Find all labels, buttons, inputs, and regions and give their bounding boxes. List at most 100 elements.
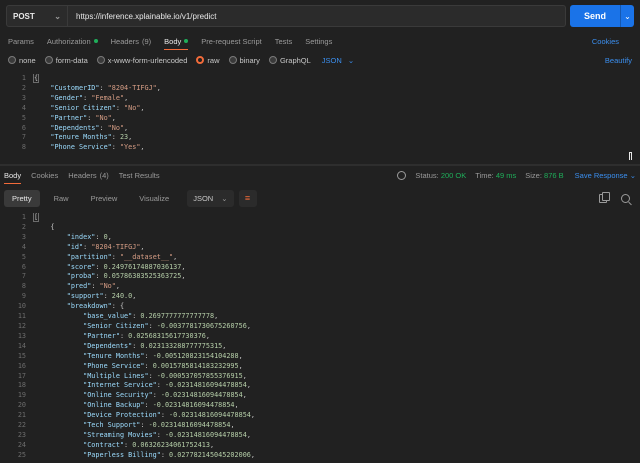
body-type-form-data[interactable]: form-data <box>44 56 88 65</box>
line-number: 3 <box>21 232 26 241</box>
tab-settings[interactable]: Settings <box>305 32 332 50</box>
send-button[interactable]: Send <box>570 5 620 27</box>
code-line: "Dependents": 0.023133288777775315, <box>83 341 227 350</box>
line-number: 19 <box>17 391 26 400</box>
code-line: "Gender": "Female", <box>50 93 129 102</box>
body-type-raw[interactable]: raw <box>196 56 220 65</box>
tab-pre-request-script[interactable]: Pre-request Script <box>201 32 261 50</box>
status-dot-icon <box>93 39 98 43</box>
body-type-binary[interactable]: binary <box>228 56 260 65</box>
request-body-editor[interactable]: 12345678 { "CustomerID": "8204-TIFGJ", "… <box>0 74 640 162</box>
response-body-code: [ { "index": 0, "id": "8204-TIFGJ", "par… <box>32 213 255 461</box>
response-format-select[interactable]: JSON ⌄ <box>187 189 234 207</box>
beautify-button[interactable]: Beautify <box>605 56 632 65</box>
line-number: 1 <box>21 213 26 221</box>
line-number: 8 <box>21 282 26 291</box>
tab-response-body[interactable]: Body <box>4 167 22 184</box>
view-raw[interactable]: Raw <box>46 190 77 207</box>
status[interactable]: Status: 200 OK <box>415 171 466 180</box>
chevron-down-icon: ⌄ <box>221 193 228 203</box>
tab-tests[interactable]: Tests <box>275 32 293 50</box>
tab-body[interactable]: Body <box>164 32 189 50</box>
line-number: 1 <box>21 74 26 82</box>
line-number: 16 <box>17 361 26 370</box>
body-type-selector: none form-data x-www-form-urlencoded raw… <box>0 52 640 68</box>
body-type-none[interactable]: none <box>8 56 36 65</box>
tab-response-cookies[interactable]: Cookies <box>31 167 58 184</box>
code-line: "Online Security": -0.02314816094478854, <box>83 391 247 400</box>
line-number: 6 <box>21 123 26 132</box>
code-line: "Online Backup": -0.02314816094478854, <box>83 401 239 410</box>
code-line: "base_value": 0.2697777777777778, <box>83 312 219 321</box>
request-url-bar: POST ⌄ https://inference.xplainable.io/v… <box>0 0 640 32</box>
time[interactable]: Time: 49 ms <box>475 171 516 180</box>
raw-format-select[interactable]: JSON ⌄ <box>322 56 354 65</box>
response-meta: Status: 200 OK Time: 49 ms Size: 876 B S… <box>397 171 636 180</box>
send-options-chevron-icon[interactable]: ⌄ <box>620 5 634 27</box>
line-number: 6 <box>21 262 26 271</box>
line-number: 4 <box>21 103 26 112</box>
code-line: "Partner": "No", <box>50 113 116 122</box>
line-number: 23 <box>17 430 26 439</box>
size[interactable]: Size: 876 B <box>525 171 563 180</box>
code-line: "Phone Service": "Yes", <box>50 143 145 152</box>
code-line: "Senior Citizen": "No", <box>50 103 145 112</box>
body-type-graphql[interactable]: GraphQL <box>268 56 311 65</box>
radio-icon <box>96 56 105 64</box>
code-line: "Device Protection": -0.0231481609447885… <box>83 411 255 420</box>
line-number: 17 <box>17 371 26 380</box>
line-number: 21 <box>17 411 26 420</box>
code-line: "Tenure Months": -0.005120823154104288, <box>83 351 243 360</box>
request-tabs: Params Authorization Headers (9) Body Pre… <box>0 32 640 50</box>
search-icon[interactable] <box>621 193 630 203</box>
tab-headers[interactable]: Headers (9) <box>111 32 152 50</box>
globe-icon[interactable] <box>397 171 407 180</box>
body-type-urlencoded[interactable]: x-www-form-urlencoded <box>96 56 187 65</box>
tab-params[interactable]: Params <box>8 32 34 50</box>
code-line: "Dependents": "No", <box>50 123 129 132</box>
line-number: 3 <box>21 93 26 102</box>
method-select[interactable]: POST ⌄ <box>6 5 68 27</box>
view-pretty[interactable]: Pretty <box>4 189 40 207</box>
request-body-code: { "CustomerID": "8204-TIFGJ", "Gender": … <box>32 74 161 153</box>
tab-response-headers[interactable]: Headers (4) <box>68 167 109 184</box>
response-tabs: Body Cookies Headers (4) Test Results Sta… <box>0 167 640 184</box>
line-number: 12 <box>17 321 26 330</box>
line-number: 22 <box>17 421 26 430</box>
url-input[interactable]: https://inference.xplainable.io/v1/predi… <box>68 5 566 27</box>
line-numbers: 12345678 <box>0 74 26 153</box>
code-line: "Senior Citizen": -0.0037781730675260756… <box>83 321 251 330</box>
tab-test-results[interactable]: Test Results <box>119 167 160 184</box>
code-line: "Tech Support": -0.02314816094478854, <box>83 421 235 430</box>
view-visualize[interactable]: Visualize <box>131 190 177 207</box>
line-number: 13 <box>17 331 26 340</box>
method-label: POST <box>13 11 35 21</box>
code-line: "Contract": 0.06326234061752413, <box>83 440 215 449</box>
code-line: "id": "8204-TIFGJ", <box>66 242 145 251</box>
code-line: "index": 0, <box>66 232 112 241</box>
code-line: "Partner": 0.02568315617730376, <box>83 331 210 340</box>
line-number: 18 <box>17 381 26 390</box>
response-toolbar: Pretty Raw Preview Visualize JSON ⌄ ≡ <box>0 187 640 209</box>
tab-authorization[interactable]: Authorization <box>47 32 98 50</box>
wrap-lines-icon[interactable]: ≡ <box>238 189 257 207</box>
radio-icon <box>228 56 237 64</box>
code-line: "proba": 0.05786383525363725, <box>66 272 186 281</box>
code-line: "partition": "__dataset__", <box>66 252 178 261</box>
copy-icon[interactable] <box>599 191 610 203</box>
response-body-viewer[interactable]: 1 2 3 4 5 6 7 8 9 10 11 12 13 14 15 16 17 18 19 20 21 22 23 24 2… <box>0 213 640 463</box>
line-number: 20 <box>17 401 26 410</box>
code-line: { <box>32 74 40 83</box>
view-preview[interactable]: Preview <box>83 190 126 207</box>
line-number: 8 <box>21 143 26 152</box>
line-number: 10 <box>17 302 26 311</box>
code-line: [ <box>32 213 40 222</box>
line-number: 5 <box>21 252 26 261</box>
code-line: "Phone Service": 0.0015785814183232995, <box>83 361 243 370</box>
code-line: "Paperless Billing": 0.02778214504520200… <box>83 450 255 459</box>
line-number: 2 <box>21 83 26 92</box>
save-response-button[interactable]: Save Response ⌄ <box>575 171 636 180</box>
cookies-link[interactable]: Cookies <box>592 32 619 50</box>
pane-divider[interactable] <box>0 164 640 166</box>
code-line: { <box>34 222 55 231</box>
